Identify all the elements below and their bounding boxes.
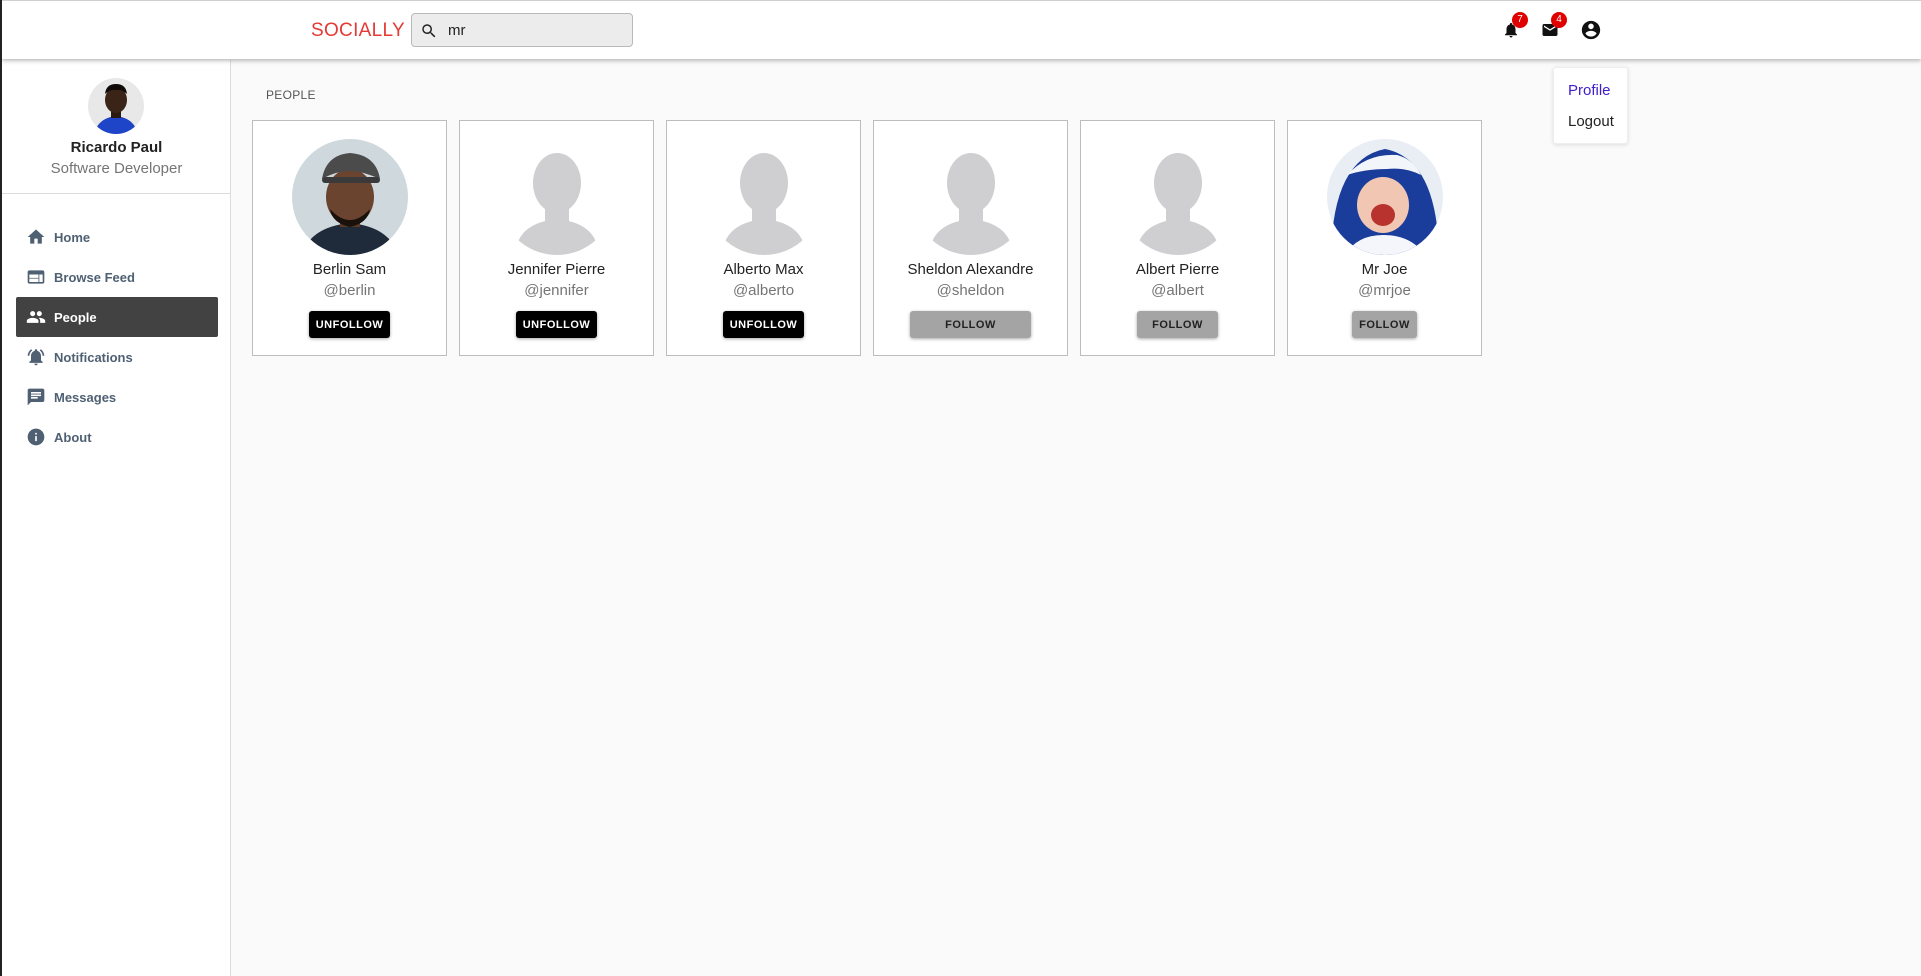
sidebar-item-home[interactable]: Home [16,217,218,257]
unfollow-button[interactable]: UNFOLLOW [723,311,804,338]
follow-button[interactable]: FOLLOW [1352,311,1417,338]
sidebar-item-about[interactable]: About [16,417,218,457]
person-card: Jennifer Pierre @jennifer UNFOLLOW [459,120,654,356]
unfollow-button[interactable]: UNFOLLOW [309,311,390,338]
profile-role: Software Developer [50,160,183,177]
messages-icon [27,388,45,406]
person-avatar[interactable] [1327,139,1443,255]
window-edge [0,0,2,976]
sidebar: Ricardo Paul Software Developer Home Bro… [2,60,231,976]
messages-badge: 4 [1551,12,1567,28]
person-handle: @berlin [323,282,376,299]
user-avatar[interactable] [88,78,144,134]
account-button[interactable] [1578,17,1604,43]
person-name[interactable]: Sheldon Alexandre [874,261,1067,278]
person-avatar[interactable] [292,139,408,255]
sidebar-item-messages[interactable]: Messages [16,377,218,417]
sidebar-item-label: Browse Feed [54,269,135,285]
person-name[interactable]: Alberto Max [667,261,860,278]
sidebar-nav: Home Browse Feed People Notifications Me… [16,217,218,457]
unfollow-button[interactable]: UNFOLLOW [516,311,597,338]
person-name[interactable]: Berlin Sam [253,261,446,278]
messages-button[interactable]: 4 [1537,12,1567,43]
person-handle: @albert [1151,282,1204,299]
person-card: Berlin Sam @berlin UNFOLLOW [252,120,447,356]
menu-item-logout[interactable]: Logout [1568,113,1614,130]
person-card: Albert Pierre @albert FOLLOW [1080,120,1275,356]
sidebar-item-notifications[interactable]: Notifications [16,337,218,377]
person-name[interactable]: Mr Joe [1288,261,1481,278]
people-icon [26,311,46,323]
sidebar-item-people[interactable]: People [16,297,218,337]
info-icon [27,428,45,446]
sidebar-item-label: Notifications [54,349,133,365]
sidebar-item-label: Messages [54,389,117,405]
sidebar-item-label: People [54,309,97,325]
home-icon [27,229,45,244]
notifications-badge: 7 [1512,12,1528,28]
search-icon [422,24,436,38]
brand-logo[interactable]: SOCIALLY [311,20,405,42]
sidebar-item-label: Home [54,229,91,245]
notifications-button[interactable]: 7 [1498,12,1528,43]
sidebar-divider [2,193,231,194]
sidebar-item-browse-feed[interactable]: Browse Feed [16,257,218,297]
person-handle: @sheldon [936,282,1005,299]
sidebar-item-label: About [54,429,92,445]
person-avatar[interactable] [1120,139,1236,255]
follow-button[interactable]: FOLLOW [1137,311,1218,338]
notifications-active-icon [27,349,45,366]
top-app-bar: SOCIALLY 7 4 [2,0,1921,59]
person-card: Mr Joe @mrjoe FOLLOW [1287,120,1482,356]
person-avatar[interactable] [499,139,615,255]
account-circle-icon [1581,20,1601,40]
search-box[interactable] [411,13,633,47]
feed-icon [27,270,45,284]
person-handle: @mrjoe [1358,282,1411,299]
follow-button[interactable]: FOLLOW [910,311,1031,338]
user-menu: Profile Logout [1553,67,1628,144]
person-name[interactable]: Albert Pierre [1081,261,1274,278]
menu-item-profile[interactable]: Profile [1568,82,1611,99]
person-handle: @jennifer [524,282,589,299]
section-title: PEOPLE [266,88,316,102]
profile-name: Ricardo Paul [70,139,163,156]
person-card: Sheldon Alexandre @sheldon FOLLOW [873,120,1068,356]
person-card: Alberto Max @alberto UNFOLLOW [666,120,861,356]
person-handle: @alberto [732,282,795,299]
person-avatar[interactable] [913,139,1029,255]
person-avatar[interactable] [706,139,822,255]
search-input[interactable] [448,19,623,41]
person-name[interactable]: Jennifer Pierre [460,261,653,278]
